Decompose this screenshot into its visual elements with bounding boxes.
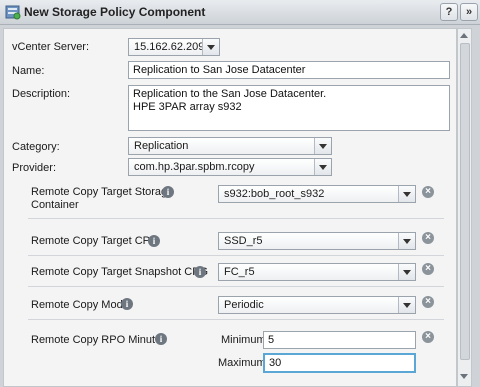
chevron-down-icon — [314, 159, 331, 175]
rule-value: s932:bob_root_s932 — [224, 188, 325, 200]
rule-value: FC_r5 — [224, 266, 255, 278]
category-value: Replication — [134, 140, 189, 152]
provider-label: Provider: — [12, 162, 57, 174]
chevron-down-icon — [398, 233, 415, 249]
remove-rule-icon[interactable]: × — [422, 263, 434, 275]
vertical-scrollbar[interactable] — [457, 28, 472, 387]
expand-button[interactable]: » — [460, 3, 478, 21]
rule-label-rpo-minutes: Remote Copy RPO Minutes — [31, 334, 167, 346]
chevron-down-icon — [398, 186, 415, 202]
help-button[interactable]: ? — [440, 3, 458, 21]
scroll-down-icon[interactable] — [460, 374, 468, 379]
rule-select-copy-mode[interactable]: Periodic — [218, 296, 416, 314]
info-icon[interactable]: i — [148, 235, 160, 247]
info-icon[interactable]: i — [155, 333, 167, 345]
rule-divider — [28, 218, 444, 219]
rule-value: Periodic — [224, 299, 264, 311]
vcenter-select[interactable]: 15.162.62.209 — [128, 38, 220, 56]
provider-value: com.hp.3par.spbm.rcopy — [134, 161, 255, 173]
name-label: Name: — [12, 65, 45, 77]
vcenter-label: vCenter Server: — [12, 41, 90, 53]
rule-label-copy-mode: Remote Copy Mode — [31, 299, 129, 311]
rule-label-line: Container — [31, 199, 79, 211]
chevron-down-icon — [398, 264, 415, 280]
category-label: Category: — [12, 141, 60, 153]
name-value: Replication to San Jose Datacenter — [133, 64, 306, 76]
rule-select-target-snapshot-cpg[interactable]: FC_r5 — [218, 263, 416, 281]
rule-select-target-storage-container[interactable]: s932:bob_root_s932 — [218, 185, 416, 203]
name-input[interactable]: Replication to San Jose Datacenter — [128, 61, 450, 79]
rule-label-line: Remote Copy Target Storage — [31, 186, 174, 198]
rpo-maximum-label: Maximum: — [218, 357, 269, 369]
rule-divider — [28, 319, 444, 320]
info-icon[interactable]: i — [194, 266, 206, 278]
dialog-title: New Storage Policy Component — [24, 5, 206, 19]
rpo-minimum-label: Minimum: — [221, 334, 269, 346]
rpo-minimum-input[interactable]: 5 — [263, 331, 416, 349]
rule-value: SSD_r5 — [224, 235, 263, 247]
info-icon[interactable]: i — [162, 186, 174, 198]
rule-label-target-snapshot-cpg: Remote Copy Target Snapshot CPG — [31, 266, 209, 278]
chevron-down-icon — [202, 39, 219, 55]
description-textarea[interactable]: Replication to the San Jose Datacenter. … — [128, 85, 450, 131]
rule-divider — [28, 255, 444, 256]
rpo-maximum-value: 30 — [269, 357, 282, 369]
double-chevron-right-icon: » — [465, 6, 473, 18]
rule-select-target-cpg[interactable]: SSD_r5 — [218, 232, 416, 250]
remove-rule-icon[interactable]: × — [422, 186, 434, 198]
dialog-titlebar: New Storage Policy Component ? » — [0, 0, 480, 25]
help-icon: ? — [445, 6, 453, 18]
scrollbar-thumb[interactable] — [460, 43, 470, 360]
info-icon[interactable]: i — [121, 298, 133, 310]
rpo-minimum-value: 5 — [268, 334, 275, 346]
remove-rule-icon[interactable]: × — [422, 296, 434, 308]
scroll-up-icon[interactable] — [460, 33, 468, 38]
chevron-down-icon — [398, 297, 415, 313]
dialog-content: vCenter Server: 15.162.62.209 Name: Repl… — [3, 28, 457, 387]
rule-divider — [28, 286, 444, 287]
vcenter-value: 15.162.62.209 — [134, 41, 205, 53]
rule-label-target-storage-container: Remote Copy Target Storage Container — [31, 186, 173, 212]
rpo-maximum-input[interactable]: 30 — [263, 353, 416, 373]
description-label: Description: — [12, 88, 71, 100]
description-line: HPE 3PAR array s932 — [133, 101, 242, 113]
remove-rule-icon[interactable]: × — [422, 232, 434, 244]
chevron-down-icon — [314, 138, 331, 154]
remove-rule-icon[interactable]: × — [422, 331, 434, 343]
description-line: Replication to the San Jose Datacenter. — [133, 88, 327, 100]
category-select[interactable]: Replication — [128, 137, 332, 155]
rule-label-target-cpg: Remote Copy Target CPG — [31, 235, 159, 247]
storage-policy-icon — [5, 5, 21, 20]
provider-select[interactable]: com.hp.3par.spbm.rcopy — [128, 158, 332, 176]
